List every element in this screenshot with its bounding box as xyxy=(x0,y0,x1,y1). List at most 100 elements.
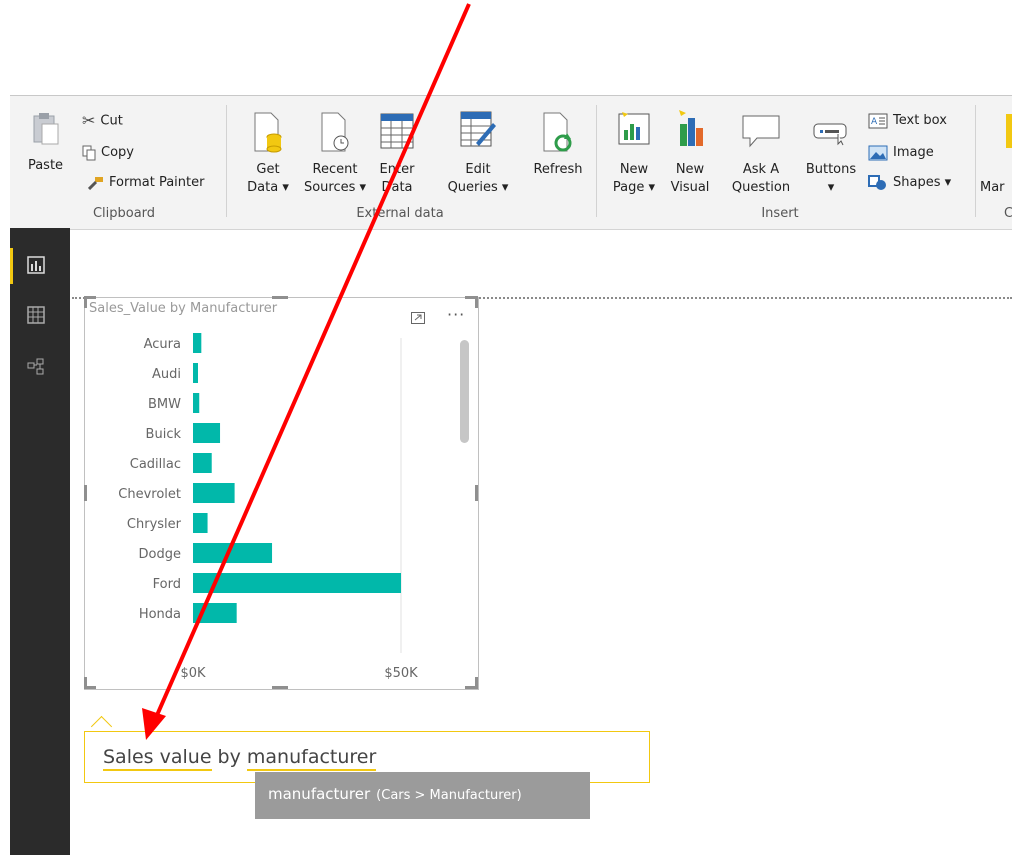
table-icon xyxy=(380,113,414,149)
category-label: Buick xyxy=(146,427,182,442)
refresh-icon xyxy=(543,112,572,152)
recent-sources-label-2: Sources ▾ xyxy=(303,180,367,195)
get-data-label-2: Data ▾ xyxy=(247,180,289,195)
resize-handle-top-left[interactable] xyxy=(84,296,87,308)
resize-handle-top[interactable] xyxy=(272,296,288,299)
ask-a-question-label-1: Ask A xyxy=(742,162,780,177)
category-label: Chrysler xyxy=(127,517,182,532)
format-painter-button[interactable]: Format Painter xyxy=(88,173,204,193)
edit-queries-label-1: Edit xyxy=(465,162,491,177)
image-label: Image xyxy=(893,145,934,160)
new-visual-label-2: Visual xyxy=(670,180,710,195)
buttons-label-1: Buttons xyxy=(805,162,857,177)
resize-handle-top-right[interactable] xyxy=(475,296,478,308)
get-data-label-1: Get xyxy=(256,162,280,177)
text-box-label: Text box xyxy=(893,113,947,128)
category-label: Honda xyxy=(139,607,181,622)
buttons-dropdown-arrow: ▾ xyxy=(827,180,835,195)
bar[interactable] xyxy=(193,483,235,503)
shapes-icon xyxy=(868,174,886,190)
truncated-icon xyxy=(1006,114,1012,148)
external-data-group-label: External data xyxy=(356,206,444,221)
truncated-label: Mar xyxy=(980,180,1005,195)
bar[interactable] xyxy=(193,423,221,443)
shapes-button[interactable]: Shapes ▾ xyxy=(868,173,951,193)
speech-bubble-icon xyxy=(742,115,780,148)
refresh-button[interactable]: Refresh xyxy=(525,108,591,178)
new-visual-icon xyxy=(679,110,703,146)
resize-handle-bottom[interactable] xyxy=(272,686,288,689)
qna-term-sales-value: Sales value xyxy=(103,746,212,771)
new-visual-button[interactable]: New Visual xyxy=(666,108,714,198)
enter-data-button[interactable]: Enter Data xyxy=(372,108,422,198)
chart-scrollbar-thumb[interactable] xyxy=(460,340,469,443)
separator xyxy=(596,105,597,217)
text-box-icon: A xyxy=(868,113,888,128)
enter-data-label-1: Enter xyxy=(379,162,415,177)
bar[interactable] xyxy=(193,333,202,353)
bar[interactable] xyxy=(193,573,401,593)
bar[interactable] xyxy=(193,543,273,563)
qna-suggestion-item[interactable]: manufacturer (Cars > Manufacturer) xyxy=(255,772,590,819)
ask-a-question-button[interactable]: Ask A Question xyxy=(724,108,798,198)
buttons-icon xyxy=(813,123,847,146)
get-data-icon xyxy=(254,112,282,153)
category-label: Chevrolet xyxy=(118,487,181,502)
model-view-icon[interactable] xyxy=(27,358,45,376)
x-tick-label: $50K xyxy=(384,666,418,681)
new-visual-label-1: New xyxy=(675,162,705,177)
separator xyxy=(226,105,227,217)
category-label: Audi xyxy=(152,367,181,382)
cut-button[interactable]: ✂ Cut xyxy=(82,111,123,131)
ask-a-question-label-2: Question xyxy=(731,180,791,195)
new-page-label-2: Page ▾ xyxy=(612,180,656,195)
new-page-label-1: New xyxy=(619,162,649,177)
data-view-icon[interactable] xyxy=(27,306,45,324)
bar[interactable] xyxy=(193,453,212,473)
paintbrush-icon xyxy=(88,176,103,190)
refresh-label: Refresh xyxy=(533,162,583,177)
bar-chart-visual[interactable]: Sales_Value by Manufacturer ··· Acura Aud… xyxy=(84,297,479,690)
bar[interactable] xyxy=(193,603,237,623)
resize-handle-left[interactable] xyxy=(84,485,87,501)
view-sidebar xyxy=(10,228,70,855)
edit-queries-icon xyxy=(460,111,496,147)
copy-icon xyxy=(82,145,96,160)
qna-term-manufacturer: manufacturer xyxy=(246,746,377,771)
edit-queries-button[interactable]: Edit Queries ▾ xyxy=(444,108,512,198)
x-tick-label: $0K xyxy=(180,666,206,681)
truncated-ribbon-button[interactable]: Mar xyxy=(980,108,1012,198)
scissors-icon: ✂ xyxy=(82,111,96,130)
paste-button[interactable]: Paste xyxy=(18,108,73,178)
bar[interactable] xyxy=(193,363,198,383)
active-view-indicator xyxy=(10,248,13,284)
bar[interactable] xyxy=(193,393,200,413)
copy-button[interactable]: Copy xyxy=(82,143,134,163)
truncated-group-label: C xyxy=(1004,206,1012,221)
get-data-button[interactable]: Get Data ▾ xyxy=(238,108,298,198)
suggestion-text: manufacturer (Cars > Manufacturer) xyxy=(268,785,522,803)
buttons-button[interactable]: Buttons ▾ xyxy=(800,108,862,198)
resize-handle-right[interactable] xyxy=(475,485,478,501)
bar[interactable] xyxy=(193,513,208,533)
format-painter-label: Format Painter xyxy=(109,175,205,190)
resize-handle-bottom-left[interactable] xyxy=(84,677,87,689)
category-label: Acura xyxy=(144,337,181,352)
cut-label: Cut xyxy=(100,113,123,129)
insert-group-label: Insert xyxy=(761,206,799,221)
text-box-button[interactable]: A Text box xyxy=(868,111,947,131)
clipboard-group-label: Clipboard xyxy=(92,206,156,221)
image-button[interactable]: Image xyxy=(868,143,934,163)
paste-icon xyxy=(33,113,59,145)
suggestion-term: manufacturer xyxy=(268,785,371,803)
new-page-icon xyxy=(618,112,650,145)
recent-sources-icon xyxy=(321,112,349,152)
recent-sources-button[interactable]: Recent Sources ▾ xyxy=(300,108,370,198)
recent-sources-label-1: Recent xyxy=(312,162,358,177)
resize-handle-bottom-right[interactable] xyxy=(475,677,478,689)
category-label: Ford xyxy=(153,577,181,592)
new-page-button[interactable]: New Page ▾ xyxy=(608,108,660,198)
bar-chart: Acura Audi BMW Buick Cadillac Chevrolet Chrysl… xyxy=(118,333,418,681)
paste-label: Paste xyxy=(27,158,64,173)
report-view-icon[interactable] xyxy=(27,256,45,274)
